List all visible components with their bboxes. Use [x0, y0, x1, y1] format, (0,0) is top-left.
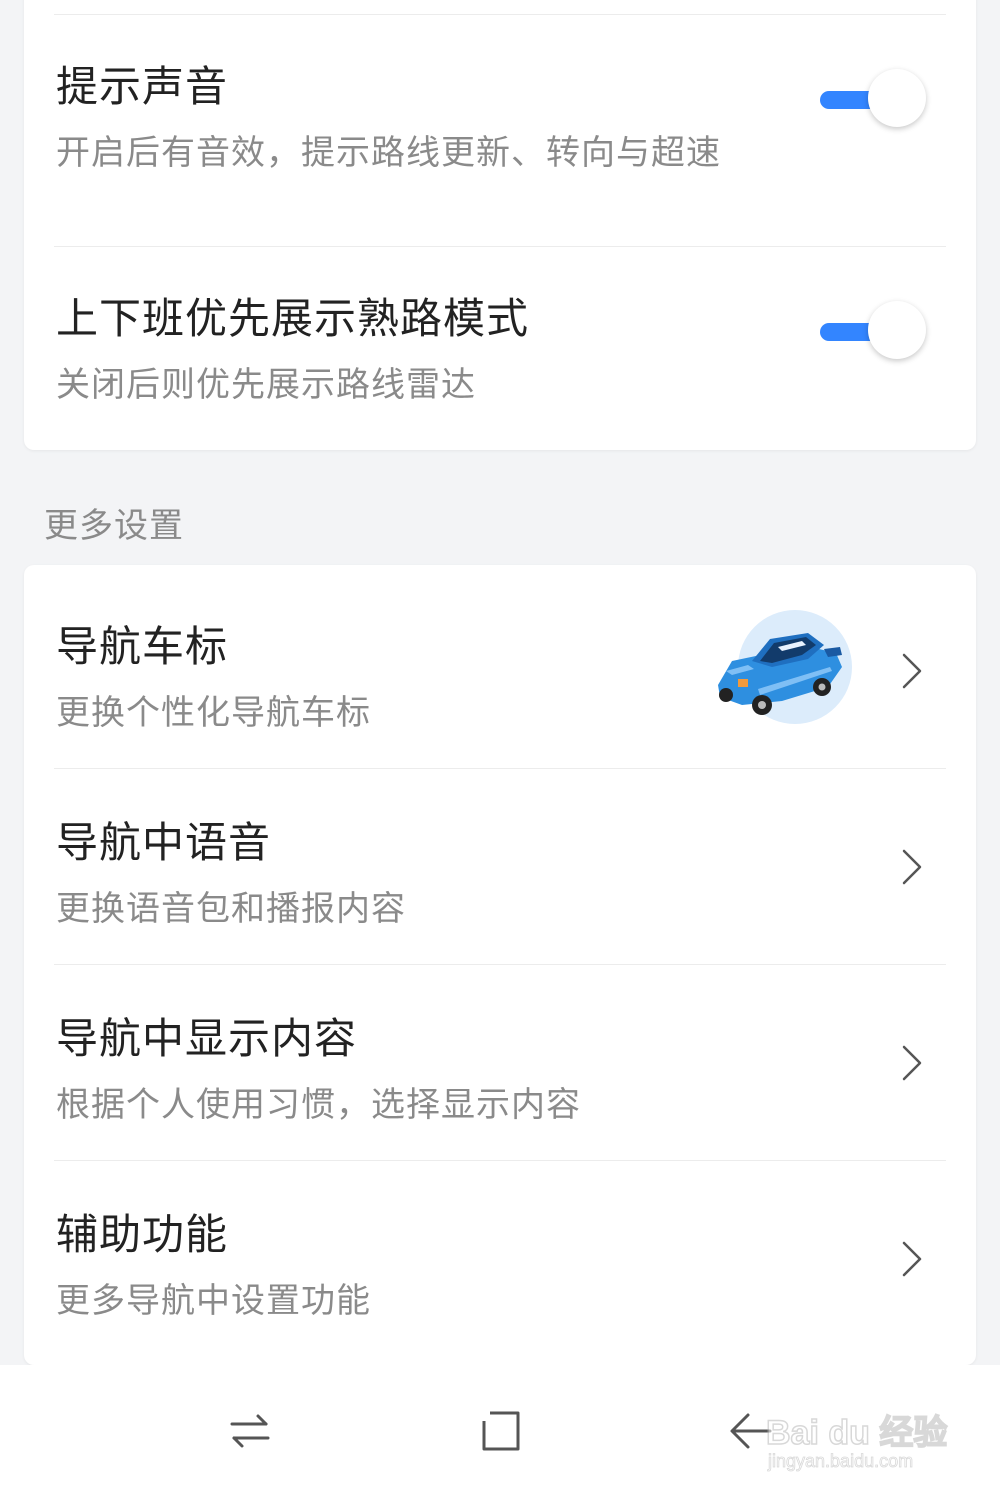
nav-voice-title: 导航中语音: [56, 818, 272, 867]
commute-mode-title: 上下班优先展示熟路模式: [56, 294, 530, 343]
more-settings-card: 导航车标 更换个性化导航车标 导航中语音 更换语音包和播报内容 导航中显示内容 …: [24, 565, 976, 1365]
chevron-right-icon: [902, 1045, 922, 1081]
nav-display-content-row[interactable]: 导航中显示内容 根据个人使用习惯，选择显示内容: [24, 965, 976, 1160]
nav-display-content-title: 导航中显示内容: [56, 1014, 358, 1063]
commute-mode-subtitle: 关闭后则优先展示路线雷达: [56, 365, 476, 405]
nav-voice-subtitle: 更换语音包和播报内容: [56, 889, 406, 929]
more-settings-section-label: 更多设置: [44, 506, 184, 546]
baidu-jingyan-watermark: Bai du 经验 jingyan.baidu.com: [762, 1385, 982, 1485]
prompt-sound-title: 提示声音: [56, 62, 229, 111]
blue-car-icon: [718, 610, 852, 724]
toggle-knob: [868, 301, 926, 359]
sound-settings-card: 提示声音 开启后有音效，提示路线更新、转向与超速 上下班优先展示熟路模式 关闭后…: [24, 0, 976, 450]
chevron-right-icon: [902, 653, 922, 689]
prompt-sound-toggle[interactable]: [818, 69, 930, 131]
nav-voice-row[interactable]: 导航中语音 更换语音包和播报内容: [24, 769, 976, 964]
chevron-right-icon: [902, 849, 922, 885]
accessibility-subtitle: 更多导航中设置功能: [56, 1281, 371, 1321]
home-icon[interactable]: [476, 1407, 524, 1455]
watermark-main-text: Bai du 经验: [765, 1413, 948, 1453]
nav-car-icon-row[interactable]: 导航车标 更换个性化导航车标: [24, 565, 976, 768]
nav-car-icon-subtitle: 更换个性化导航车标: [56, 693, 371, 733]
toggle-knob: [868, 69, 926, 127]
chevron-right-icon: [902, 1241, 922, 1277]
accessibility-row[interactable]: 辅助功能 更多导航中设置功能: [24, 1161, 976, 1365]
commute-mode-toggle[interactable]: [818, 301, 930, 363]
nav-display-content-subtitle: 根据个人使用习惯，选择显示内容: [56, 1085, 581, 1125]
watermark-url-text: jingyan.baidu.com: [768, 1451, 914, 1472]
commute-mode-row[interactable]: 上下班优先展示熟路模式 关闭后则优先展示路线雷达: [24, 247, 976, 450]
nav-car-icon-title: 导航车标: [56, 622, 229, 671]
prompt-sound-subtitle: 开启后有音效，提示路线更新、转向与超速: [56, 133, 721, 173]
prompt-sound-row[interactable]: 提示声音 开启后有音效，提示路线更新、转向与超速: [24, 15, 976, 247]
accessibility-title: 辅助功能: [56, 1210, 229, 1259]
recent-apps-icon[interactable]: [226, 1407, 274, 1455]
